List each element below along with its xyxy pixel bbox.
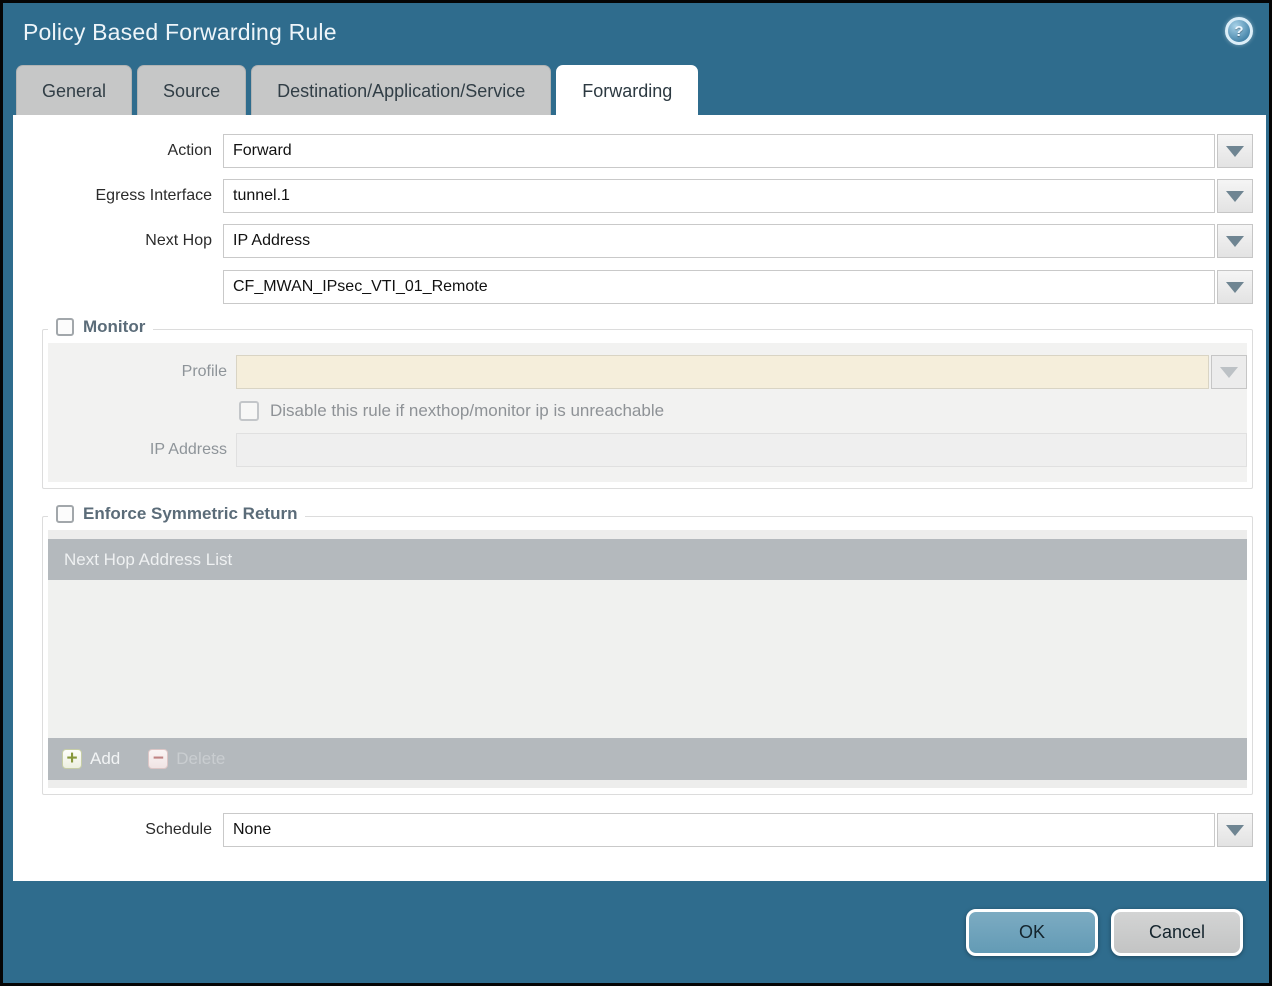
minus-icon: − xyxy=(148,749,168,769)
disable-rule-checkbox xyxy=(239,401,259,421)
profile-dropdown-button xyxy=(1211,355,1247,389)
tab-bar: General Source Destination/Application/S… xyxy=(16,65,1269,115)
monitor-legend[interactable]: Monitor xyxy=(48,317,153,337)
add-button[interactable]: + Add xyxy=(62,749,120,769)
tab-forwarding[interactable]: Forwarding xyxy=(556,65,698,115)
enforce-symmetric-return-section: Enforce Symmetric Return Next Hop Addres… xyxy=(42,516,1253,795)
profile-field xyxy=(236,355,1209,389)
next-hop-address-dropdown-button[interactable] xyxy=(1217,270,1253,304)
monitor-panel: Profile Disable this rule if nexthop/mon… xyxy=(48,343,1247,482)
monitor-ip-address-row: IP Address xyxy=(48,433,1247,467)
disable-rule-label: Disable this rule if nexthop/monitor ip … xyxy=(270,401,664,421)
ok-button[interactable]: OK xyxy=(966,909,1098,956)
next-hop-label: Next Hop xyxy=(13,232,223,250)
next-hop-address-list-header: Next Hop Address List xyxy=(48,539,1247,580)
profile-label: Profile xyxy=(48,363,236,381)
egress-interface-field[interactable] xyxy=(223,179,1215,213)
enforce-symmetric-return-legend-label: Enforce Symmetric Return xyxy=(83,504,297,524)
dialog-footer: OK Cancel xyxy=(3,909,1269,956)
chevron-down-icon xyxy=(1220,367,1238,378)
add-button-label: Add xyxy=(90,749,120,769)
monitor-ip-address-field xyxy=(236,433,1247,467)
next-hop-type-field[interactable] xyxy=(223,224,1215,258)
schedule-field[interactable] xyxy=(223,813,1215,847)
action-row: Action xyxy=(13,134,1253,168)
disable-rule-row: Disable this rule if nexthop/monitor ip … xyxy=(239,401,1247,421)
tab-destination-application-service[interactable]: Destination/Application/Service xyxy=(251,65,551,115)
egress-interface-row: Egress Interface xyxy=(13,179,1253,213)
action-dropdown-button[interactable] xyxy=(1217,134,1253,168)
tab-source[interactable]: Source xyxy=(137,65,246,115)
next-hop-address-list-body[interactable] xyxy=(48,580,1247,738)
next-hop-row: Next Hop xyxy=(13,224,1253,258)
action-label: Action xyxy=(13,142,223,160)
tab-general[interactable]: General xyxy=(16,65,132,115)
chevron-down-icon xyxy=(1226,146,1244,157)
enforce-symmetric-return-legend[interactable]: Enforce Symmetric Return xyxy=(48,504,305,524)
monitor-section: Monitor Profile Disable this rule if nex… xyxy=(42,329,1253,489)
egress-interface-label: Egress Interface xyxy=(13,187,223,205)
delete-button: − Delete xyxy=(148,749,225,769)
dialog: Policy Based Forwarding Rule General Sou… xyxy=(0,0,1272,986)
monitor-checkbox[interactable] xyxy=(56,318,74,336)
next-hop-address-list-table: Next Hop Address List + Add − Delete xyxy=(48,539,1247,780)
monitor-legend-label: Monitor xyxy=(83,317,145,337)
next-hop-address-row xyxy=(13,270,1253,304)
schedule-dropdown-button[interactable] xyxy=(1217,813,1253,847)
help-icon[interactable] xyxy=(1225,17,1253,45)
delete-button-label: Delete xyxy=(176,749,225,769)
table-toolbar: + Add − Delete xyxy=(48,738,1247,780)
schedule-label: Schedule xyxy=(13,821,223,839)
monitor-ip-address-label: IP Address xyxy=(48,441,236,459)
page-title: Policy Based Forwarding Rule xyxy=(23,19,337,46)
profile-row: Profile xyxy=(48,355,1247,389)
enforce-symmetric-return-checkbox[interactable] xyxy=(56,505,74,523)
action-field[interactable] xyxy=(223,134,1215,168)
title-bar: Policy Based Forwarding Rule xyxy=(3,3,1269,65)
schedule-row: Schedule xyxy=(13,813,1253,847)
egress-interface-dropdown-button[interactable] xyxy=(1217,179,1253,213)
next-hop-address-list-panel: Next Hop Address List + Add − Delete xyxy=(48,530,1247,788)
chevron-down-icon xyxy=(1226,282,1244,293)
next-hop-type-dropdown-button[interactable] xyxy=(1217,224,1253,258)
chevron-down-icon xyxy=(1226,236,1244,247)
tab-panel-forwarding: Action Egress Interface Next Hop xyxy=(13,115,1266,881)
chevron-down-icon xyxy=(1226,825,1244,836)
next-hop-address-field[interactable] xyxy=(223,270,1215,304)
chevron-down-icon xyxy=(1226,191,1244,202)
cancel-button[interactable]: Cancel xyxy=(1111,909,1243,956)
plus-icon: + xyxy=(62,749,82,769)
